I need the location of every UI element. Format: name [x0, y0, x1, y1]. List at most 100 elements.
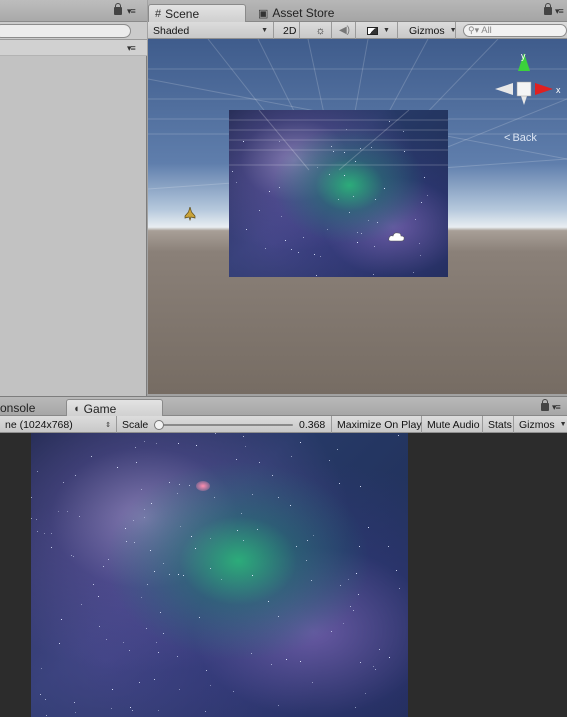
scale-value: 0.368 — [299, 419, 326, 431]
star-dot — [360, 148, 361, 149]
effects-dropdown[interactable]: ▼ — [362, 22, 398, 39]
panel-menu-icon[interactable]: ▾≡ — [127, 6, 136, 17]
scene-lock-icon[interactable] — [544, 3, 552, 15]
star-dot — [272, 475, 273, 476]
star-dot — [316, 275, 317, 276]
star-dot — [348, 579, 349, 580]
spaceship-sprite-icon[interactable] — [184, 207, 196, 221]
star-dot — [353, 196, 354, 197]
star-dot — [179, 484, 180, 485]
star-dot — [290, 505, 291, 506]
mute-audio-label: Mute Audio — [427, 418, 480, 431]
star-dot — [279, 141, 280, 142]
star-dot — [243, 540, 244, 541]
tab-console[interactable]: onsole — [0, 399, 41, 417]
star-dot — [210, 568, 211, 569]
star-dot — [191, 536, 192, 537]
star-dot — [59, 643, 60, 644]
star-dot — [144, 441, 145, 442]
star-dot — [361, 233, 362, 234]
store-icon: ▣ — [258, 7, 269, 20]
star-dot — [379, 649, 380, 650]
star-dot — [413, 272, 414, 273]
game-panel-menu-icon[interactable]: ▾≡ — [552, 402, 561, 413]
2d-toggle-button[interactable]: 2D — [278, 22, 300, 39]
star-dot — [123, 642, 124, 643]
star-dot — [399, 588, 400, 589]
star-dot — [373, 274, 374, 275]
scale-slider-track[interactable] — [155, 424, 293, 426]
star-dot — [221, 579, 222, 580]
star-dot — [51, 533, 52, 534]
star-dot — [177, 656, 178, 657]
star-dot — [210, 685, 211, 686]
hierarchy-toolbar — [0, 22, 147, 40]
star-dot — [133, 520, 134, 521]
grid-icon: # — [155, 7, 162, 20]
star-dot — [243, 141, 244, 142]
maximize-on-play-toggle[interactable]: Maximize On Play — [332, 416, 422, 433]
star-dot — [61, 619, 62, 620]
star-dot — [144, 509, 145, 510]
star-dot — [241, 513, 242, 514]
star-dot — [389, 657, 390, 658]
star-dot — [150, 550, 151, 551]
star-dot — [300, 661, 301, 662]
game-lock-icon[interactable] — [541, 399, 549, 411]
star-dot — [125, 528, 126, 529]
star-dot — [368, 220, 369, 221]
star-dot — [421, 202, 422, 203]
tab-scene[interactable]: # Scene — [148, 4, 246, 22]
star-dot — [178, 574, 179, 575]
cloud-sprite-icon[interactable] — [388, 231, 406, 243]
scene-tabbar: # Scene ▣ Asset Store ▾≡ — [148, 0, 567, 22]
hierarchy-options-icon[interactable]: ▾≡ — [127, 43, 136, 54]
star-dot — [269, 191, 270, 192]
star-dot — [158, 652, 159, 653]
scene-panel-menu-icon[interactable]: ▾≡ — [555, 6, 564, 17]
star-dot — [40, 694, 41, 695]
star-dot — [344, 152, 345, 153]
search-icon: ⚲▾ — [468, 25, 480, 35]
lighting-toggle-button[interactable]: ☼ — [310, 22, 332, 39]
gizmos-dropdown[interactable]: Gizmos ▼ — [404, 22, 457, 39]
gizmo-x-label: x — [556, 85, 561, 95]
display-resolution-dropdown[interactable]: ne (1024x768) ⇕ — [0, 416, 117, 433]
star-dot — [206, 670, 207, 671]
star-dot — [130, 707, 131, 708]
star-dot — [36, 519, 37, 520]
star-dot — [45, 699, 46, 700]
gizmos-label: Gizmos — [409, 24, 445, 37]
scene-view[interactable]: y x < Back — [148, 39, 567, 394]
game-gizmos-dropdown[interactable]: Gizmos ▼ — [514, 416, 567, 433]
hierarchy-search-input[interactable] — [0, 24, 131, 38]
nebula-background-sprite[interactable] — [229, 110, 448, 277]
scene-search-input[interactable]: ⚲▾ All — [463, 24, 567, 37]
star-dot — [355, 161, 356, 162]
star-dot — [37, 531, 38, 532]
audio-toggle-button[interactable]: ◀) — [334, 22, 356, 39]
star-dot — [424, 177, 425, 178]
2d-label: 2D — [283, 24, 297, 37]
back-view-label[interactable]: < Back — [504, 132, 537, 144]
star-dot — [265, 248, 266, 249]
star-dot — [46, 715, 47, 716]
star-dot — [278, 616, 279, 617]
lock-icon[interactable] — [114, 3, 122, 15]
tab-asset-store[interactable]: ▣ Asset Store — [252, 4, 340, 22]
star-dot — [199, 617, 200, 618]
mute-audio-toggle[interactable]: Mute Audio — [422, 416, 483, 433]
orientation-gizmo[interactable]: y x — [492, 49, 566, 141]
star-dot — [320, 256, 321, 257]
tab-game[interactable]: ◖ Game — [66, 399, 163, 417]
star-dot — [368, 527, 369, 528]
star-dot — [243, 436, 244, 437]
star-dot — [232, 171, 233, 172]
shading-mode-dropdown[interactable]: Shaded ▼ — [148, 22, 274, 39]
stats-toggle[interactable]: Stats — [483, 416, 514, 433]
star-dot — [313, 535, 314, 536]
star-dot — [268, 601, 269, 602]
star-dot — [37, 471, 38, 472]
star-dot — [285, 240, 286, 241]
star-dot — [44, 533, 45, 534]
